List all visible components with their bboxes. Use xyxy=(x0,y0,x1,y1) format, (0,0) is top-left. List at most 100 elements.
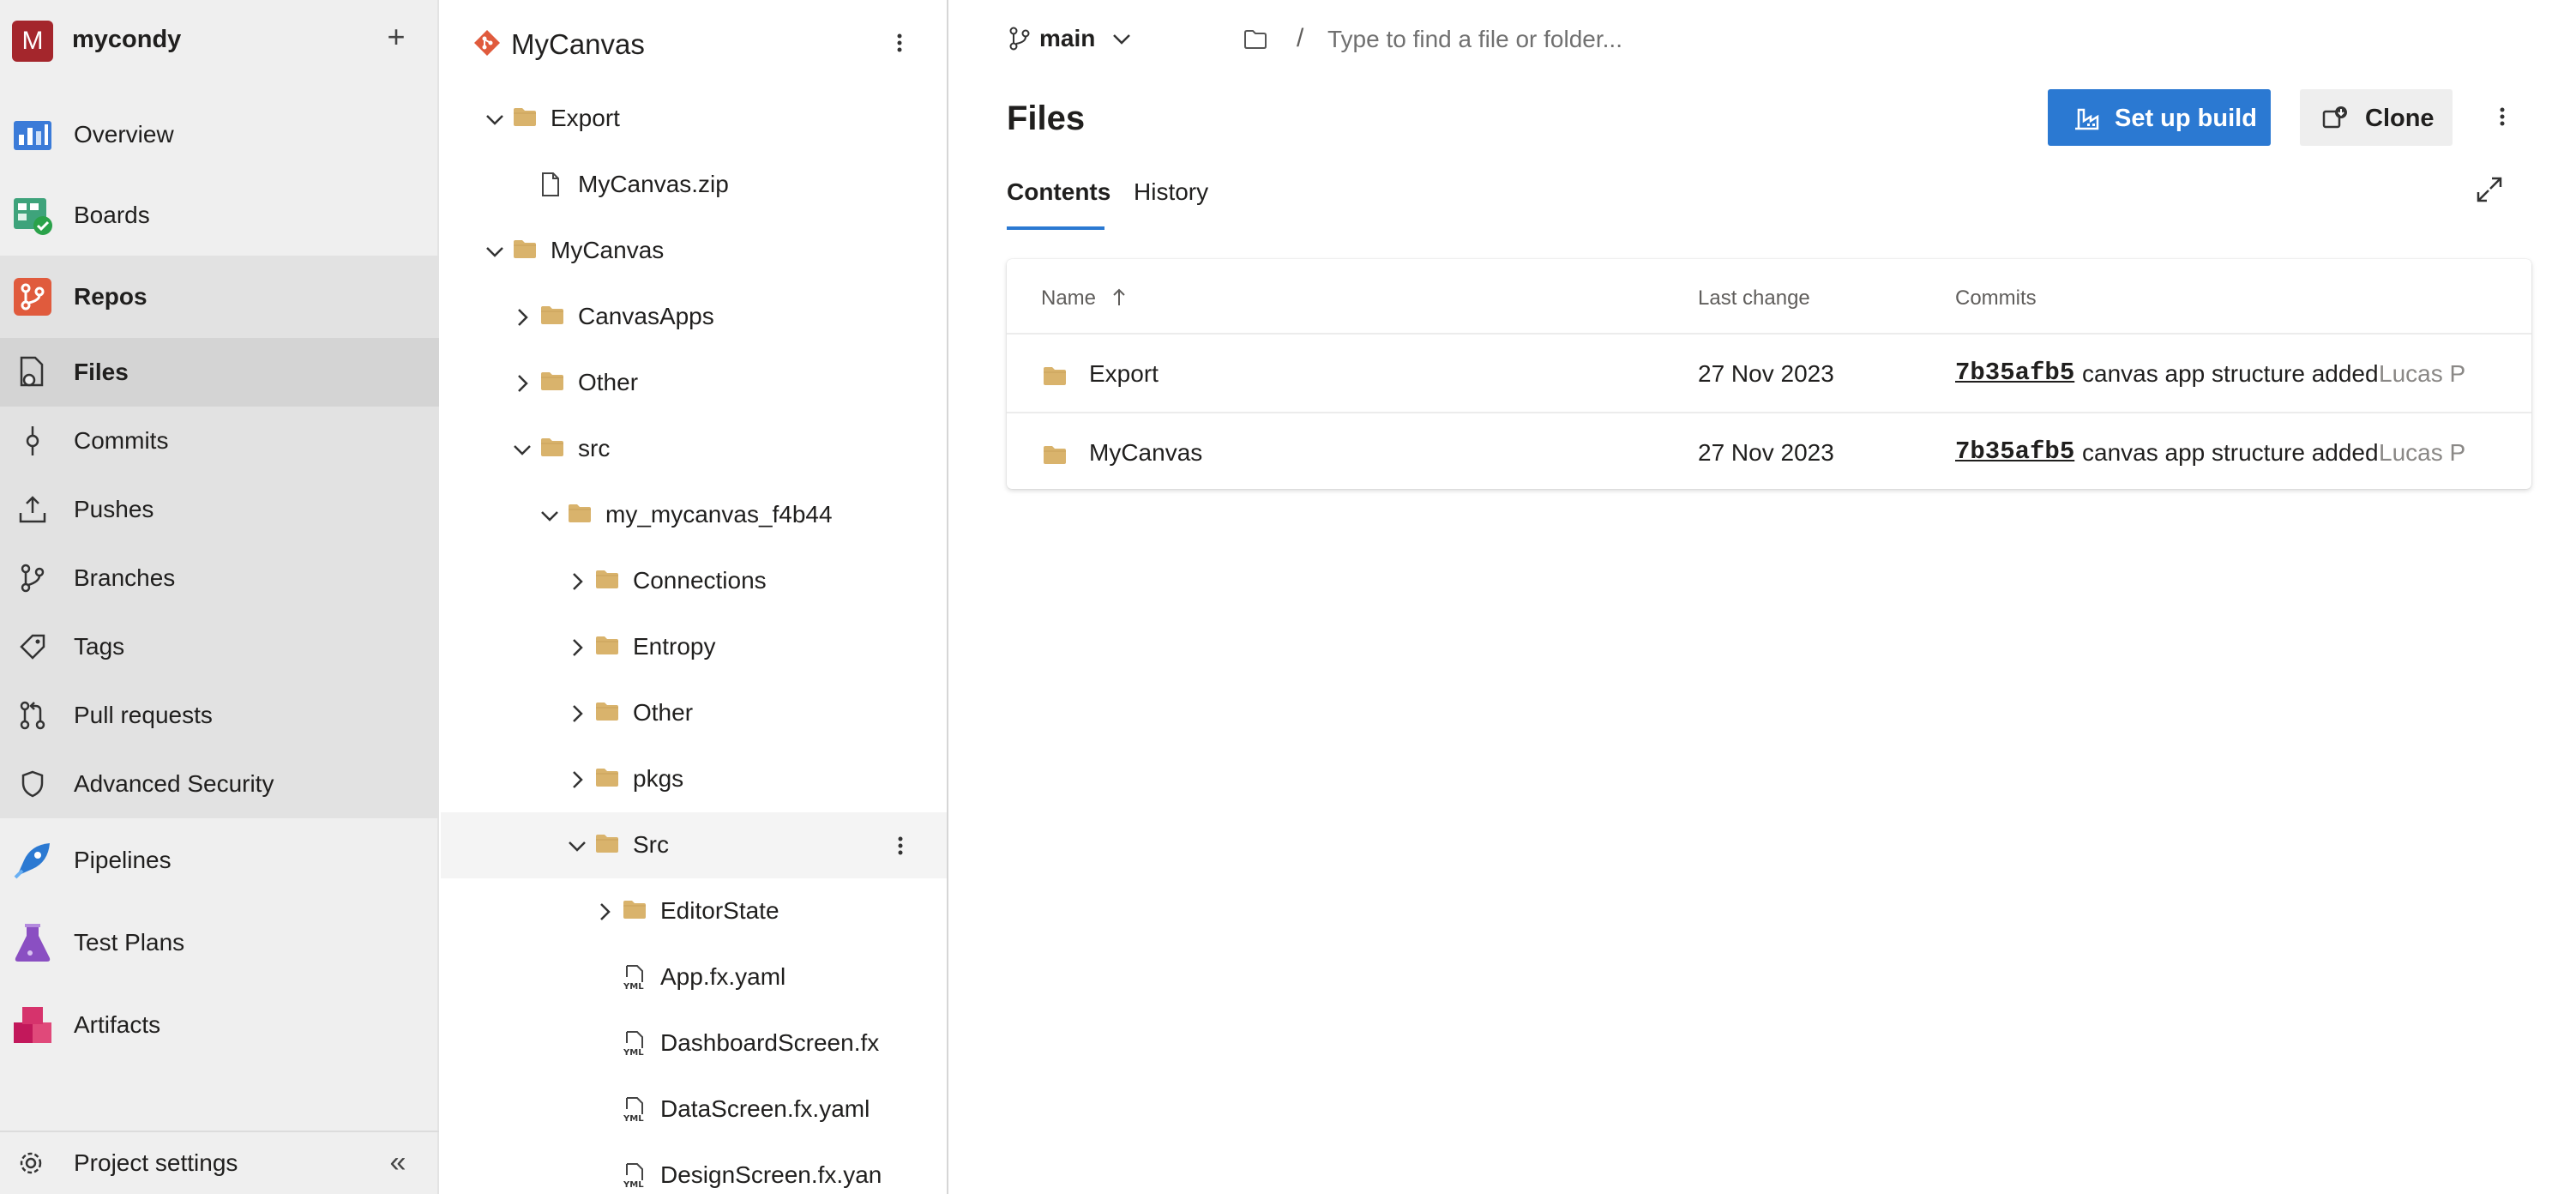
tree-folder-row[interactable]: MyCanvas xyxy=(441,218,947,284)
nav-item-repos[interactable]: Repos xyxy=(0,256,439,338)
org-avatar[interactable]: M xyxy=(12,21,53,62)
tree-item-label: EditorState xyxy=(660,897,779,924)
folder-icon xyxy=(540,437,564,461)
repo-name[interactable]: MyCanvas xyxy=(511,28,645,61)
folder-icon xyxy=(1043,444,1067,465)
chevron-right-icon[interactable] xyxy=(566,769,588,791)
nav-item-pushes[interactable]: Pushes xyxy=(0,475,439,544)
chevron-down-icon[interactable] xyxy=(511,438,533,461)
chevron-right-icon[interactable] xyxy=(566,703,588,725)
nav-item-pull-requests[interactable]: Pull requests xyxy=(0,681,439,750)
nav-item-advanced-security[interactable]: Advanced Security xyxy=(0,750,439,818)
table-row[interactable]: Export 27 Nov 2023 7b35afb5 canvas app stru… xyxy=(1007,335,2531,411)
nav-item-commits[interactable]: Commits xyxy=(0,407,439,475)
nav-label: Boards xyxy=(74,202,150,228)
chevron-right-icon[interactable] xyxy=(511,372,533,395)
nav-item-branches[interactable]: Branches xyxy=(0,544,439,612)
nav-item-pipelines[interactable]: Pipelines xyxy=(0,830,439,890)
nav-label: Files xyxy=(74,359,129,385)
nav-item-files[interactable]: Files xyxy=(0,338,439,407)
path-separator: / xyxy=(1297,24,1304,52)
more-options-icon[interactable] xyxy=(890,829,911,862)
tree-file-row[interactable]: MyCanvas.zip xyxy=(441,152,947,218)
column-header-name[interactable]: Name xyxy=(1041,286,1096,311)
path-search-input[interactable] xyxy=(1327,19,1773,60)
tree-folder-row[interactable]: Export xyxy=(441,86,947,152)
chevron-right-icon[interactable] xyxy=(566,636,588,659)
commit-hash-link[interactable]: 7b35afb5 xyxy=(1955,359,2074,387)
tree-file-row[interactable]: YML DesignScreen.fx.yan xyxy=(441,1143,947,1194)
tree-folder-row[interactable]: Connections xyxy=(441,548,947,614)
git-repo-icon[interactable] xyxy=(473,29,501,57)
collapse-nav-icon[interactable]: « xyxy=(382,1148,413,1179)
commit-author: Lucas P xyxy=(2379,439,2466,466)
push-icon xyxy=(15,492,50,527)
folder-icon xyxy=(595,767,619,791)
nav-item-test-plans[interactable]: Test Plans xyxy=(0,913,439,973)
nav-item-overview[interactable]: Overview xyxy=(0,105,439,165)
branch-icon[interactable] xyxy=(1008,27,1031,51)
yaml-file-icon: YML xyxy=(623,1031,647,1058)
tree-item-label: DesignScreen.fx.yan xyxy=(660,1161,882,1188)
commit-hash-link[interactable]: 7b35afb5 xyxy=(1955,437,2074,466)
tree-folder-row[interactable]: Other xyxy=(441,680,947,746)
sort-ascending-icon[interactable] xyxy=(1111,286,1127,307)
folder-icon xyxy=(595,569,619,593)
commit-message[interactable]: canvas app structure added xyxy=(2082,439,2379,467)
add-icon[interactable]: + xyxy=(381,21,412,53)
more-options-icon[interactable] xyxy=(887,26,912,60)
chevron-right-icon[interactable] xyxy=(511,306,533,329)
tree-folder-row[interactable]: my_mycanvas_f4b44 xyxy=(441,482,947,548)
repos-icon xyxy=(10,274,55,319)
tree-folder-row[interactable]: CanvasApps xyxy=(441,284,947,350)
nav-label: Artifacts xyxy=(74,1011,161,1038)
chevron-down-icon[interactable] xyxy=(566,835,588,857)
tree-file-row[interactable]: YML DataScreen.fx.yaml xyxy=(441,1076,947,1143)
folder-icon xyxy=(568,503,592,527)
tree-folder-row[interactable]: Entropy xyxy=(441,614,947,680)
folder-icon xyxy=(513,238,537,262)
row-name[interactable]: MyCanvas xyxy=(1089,439,1202,467)
tree-folder-row[interactable]: Other xyxy=(441,350,947,416)
tree-folder-row[interactable]: pkgs xyxy=(441,746,947,812)
chevron-right-icon[interactable] xyxy=(593,901,616,923)
clone-button[interactable]: Clone xyxy=(2300,89,2453,146)
org-name[interactable]: mycondy xyxy=(72,26,181,54)
set-up-build-button[interactable]: Set up build xyxy=(2048,89,2271,146)
table-row[interactable]: MyCanvas 27 Nov 2023 7b35afb5 canvas app st… xyxy=(1007,412,2531,488)
tree-item-label: Other xyxy=(633,699,694,726)
chevron-down-icon[interactable] xyxy=(539,504,561,527)
tab-contents[interactable]: Contents xyxy=(1007,178,1110,206)
tree-folder-row[interactable]: EditorState xyxy=(441,878,947,944)
page-title: Files xyxy=(1007,100,1086,137)
branch-selector[interactable]: main xyxy=(1039,25,1095,52)
column-header-commits[interactable]: Commits xyxy=(1955,286,2037,311)
tree-file-row[interactable]: YML App.fx.yaml xyxy=(441,944,947,1010)
nav-item-tags[interactable]: Tags xyxy=(0,612,439,681)
boards-icon xyxy=(10,193,55,238)
tree-item-label: src xyxy=(578,435,611,461)
tree-folder-row[interactable]: src xyxy=(441,416,947,482)
tree-item-label: pkgs xyxy=(633,765,684,792)
row-name[interactable]: Export xyxy=(1089,360,1159,388)
chevron-down-icon[interactable] xyxy=(1110,27,1134,51)
file-icon xyxy=(540,172,564,196)
commit-author: Lucas P xyxy=(2379,360,2466,387)
chevron-down-icon[interactable] xyxy=(484,240,506,262)
tab-history[interactable]: History xyxy=(1134,178,1208,206)
tree-folder-row[interactable]: Src xyxy=(441,812,947,878)
tree-file-row[interactable]: YML DashboardScreen.fx xyxy=(441,1010,947,1076)
expand-icon[interactable] xyxy=(2475,175,2504,204)
chevron-right-icon[interactable] xyxy=(566,570,588,593)
chevron-down-icon[interactable] xyxy=(484,108,506,130)
nav-label: Pipelines xyxy=(74,847,172,873)
clone-label: Clone xyxy=(2365,105,2435,132)
nav-item-boards[interactable]: Boards xyxy=(0,185,439,245)
commit-message[interactable]: canvas app structure added xyxy=(2082,360,2379,388)
folder-outline-icon[interactable] xyxy=(1243,29,1267,50)
column-header-last-change[interactable]: Last change xyxy=(1698,286,1810,311)
more-options-icon[interactable] xyxy=(2492,100,2513,134)
nav-item-artifacts[interactable]: Artifacts xyxy=(0,995,439,1055)
nav-item-project-settings[interactable]: Project settings « xyxy=(0,1131,439,1194)
commit-icon xyxy=(15,424,50,458)
